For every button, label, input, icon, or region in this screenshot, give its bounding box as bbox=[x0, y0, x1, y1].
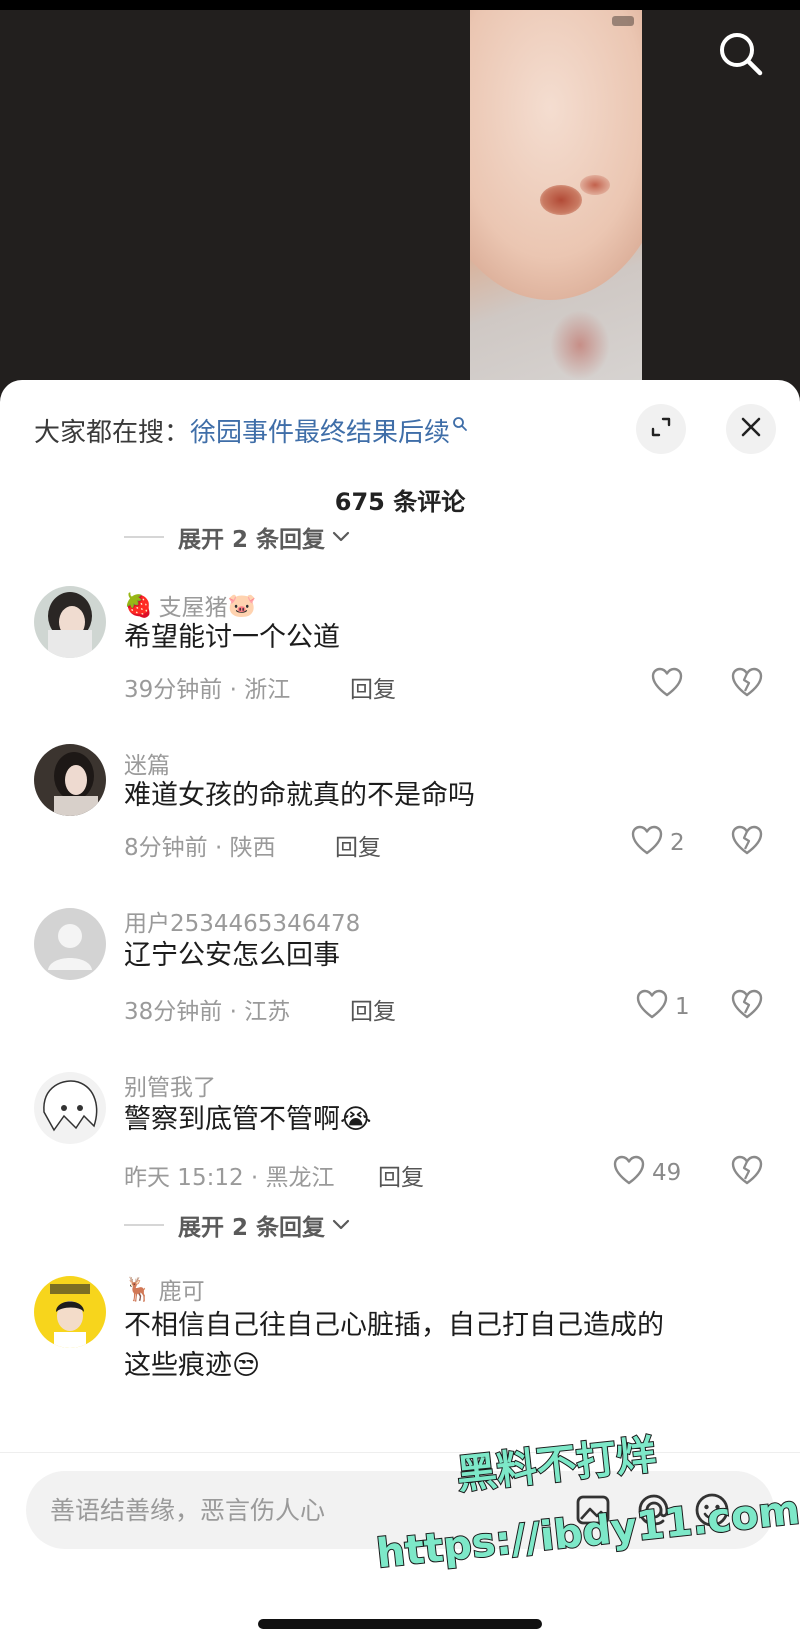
divider-line bbox=[124, 536, 164, 538]
divider-line bbox=[124, 1224, 164, 1226]
chevron-down-icon bbox=[331, 1212, 351, 1238]
avatar[interactable] bbox=[34, 1072, 106, 1144]
expand-replies-link[interactable]: 展开 2 条回复 bbox=[124, 520, 351, 554]
like-count: 49 bbox=[652, 1160, 682, 1186]
reply-button[interactable]: 回复 bbox=[350, 992, 396, 1026]
home-indicator bbox=[258, 1619, 542, 1629]
comment-text: 辽宁公安怎么回事 bbox=[124, 940, 340, 971]
username-text: 用户2534465346478 bbox=[124, 911, 361, 937]
hot-search-prefix: 大家都在搜： bbox=[34, 417, 191, 448]
heart-icon bbox=[635, 988, 669, 1026]
avatar[interactable] bbox=[34, 1276, 106, 1348]
heart-icon bbox=[612, 1154, 646, 1192]
comment-input-pill[interactable] bbox=[26, 1471, 774, 1549]
avatar[interactable] bbox=[34, 586, 106, 658]
comments-sheet: 大家都在搜： 徐园事件最终结果后续 675 条评论 展开 2 条回复 🍓 支屋猪… bbox=[0, 380, 800, 1646]
avatar[interactable] bbox=[34, 744, 106, 816]
small-search-icon bbox=[452, 409, 468, 439]
reply-button[interactable]: 回复 bbox=[378, 1158, 424, 1192]
comment-text-line2: 这些痕迹😒 bbox=[124, 1350, 261, 1381]
reply-button[interactable]: 回复 bbox=[350, 670, 396, 704]
like-button[interactable]: 49 bbox=[612, 1154, 681, 1192]
dislike-button[interactable] bbox=[730, 824, 764, 860]
at-icon[interactable] bbox=[632, 1488, 676, 1532]
broken-heart-icon bbox=[730, 1155, 764, 1190]
video-mark bbox=[580, 175, 610, 195]
video-frame bbox=[470, 10, 642, 400]
broken-heart-icon bbox=[730, 825, 764, 860]
like-button[interactable] bbox=[650, 666, 690, 704]
like-button[interactable]: 1 bbox=[635, 988, 690, 1026]
expand-replies-link[interactable]: 展开 2 条回复 bbox=[124, 1208, 351, 1242]
username-emoji: 🐷 bbox=[227, 592, 257, 619]
chevron-down-icon bbox=[331, 524, 351, 550]
comment-text: 难道女孩的命就真的不是命吗 bbox=[124, 780, 475, 811]
comment-meta: 38分钟前 · 江苏 bbox=[124, 999, 291, 1025]
avatar[interactable] bbox=[34, 908, 106, 980]
like-button[interactable]: 2 bbox=[630, 824, 685, 862]
comment-input-bar bbox=[0, 1452, 800, 1646]
comment-text: 不相信自己往自己心脏插，自己打自己造成的 bbox=[124, 1310, 664, 1341]
reply-button[interactable]: 回复 bbox=[335, 828, 381, 862]
comment-input[interactable] bbox=[50, 1471, 570, 1549]
dislike-button[interactable] bbox=[730, 1154, 764, 1190]
comment-username[interactable]: 🦌 鹿可 bbox=[124, 1272, 205, 1306]
broken-heart-icon bbox=[730, 667, 764, 702]
broken-heart-icon bbox=[730, 989, 764, 1024]
comment-username[interactable]: 迷篇 bbox=[124, 746, 170, 780]
video-mark bbox=[540, 185, 582, 215]
close-icon bbox=[740, 416, 762, 442]
hot-search-bar[interactable]: 大家都在搜： 徐园事件最终结果后续 bbox=[34, 410, 468, 450]
like-count: 2 bbox=[670, 830, 685, 856]
expand-replies-label: 展开 2 条回复 bbox=[178, 1215, 326, 1241]
video-player[interactable] bbox=[0, 0, 800, 400]
comment-meta: 昨天 15:12 · 黑龙江 bbox=[124, 1165, 335, 1191]
username-text: 鹿可 bbox=[158, 1279, 205, 1305]
video-tag bbox=[612, 16, 634, 26]
hot-search-query-link[interactable]: 徐园事件最终结果后续 bbox=[190, 412, 450, 449]
comment-username[interactable]: 用户2534465346478 bbox=[124, 904, 360, 938]
video-skin bbox=[470, 10, 642, 300]
status-bar bbox=[0, 0, 800, 10]
username-emoji: 🦌 bbox=[124, 1276, 153, 1303]
username-text: 别管我了 bbox=[124, 1075, 216, 1101]
comment-username[interactable]: 别管我了 bbox=[124, 1068, 216, 1102]
video-stain bbox=[550, 310, 610, 380]
comment-text: 警察到底管不管啊😭 bbox=[124, 1104, 372, 1135]
username-emoji: 🍓 bbox=[124, 592, 153, 619]
comment-meta: 39分钟前 · 浙江 bbox=[124, 677, 291, 703]
expand-replies-label: 展开 2 条回复 bbox=[178, 527, 326, 553]
comment-text: 希望能讨一个公道 bbox=[124, 622, 340, 653]
comment-count: 675 条评论 bbox=[334, 488, 466, 516]
search-icon[interactable] bbox=[715, 28, 767, 80]
image-icon[interactable] bbox=[572, 1488, 616, 1532]
comment-meta: 8分钟前 · 陕西 bbox=[124, 835, 276, 861]
close-button[interactable] bbox=[726, 404, 776, 454]
dislike-button[interactable] bbox=[730, 988, 764, 1024]
like-count: 1 bbox=[675, 994, 690, 1020]
heart-icon bbox=[630, 824, 664, 862]
expand-button[interactable] bbox=[636, 404, 686, 454]
expand-icon bbox=[649, 415, 673, 443]
username-text: 支屋猪 bbox=[158, 595, 228, 621]
emoji-icon[interactable] bbox=[690, 1488, 734, 1532]
dislike-button[interactable] bbox=[730, 666, 764, 702]
username-text: 迷篇 bbox=[124, 753, 170, 779]
comment-username[interactable]: 🍓 支屋猪 🐷 bbox=[124, 588, 256, 622]
heart-icon bbox=[650, 666, 684, 704]
